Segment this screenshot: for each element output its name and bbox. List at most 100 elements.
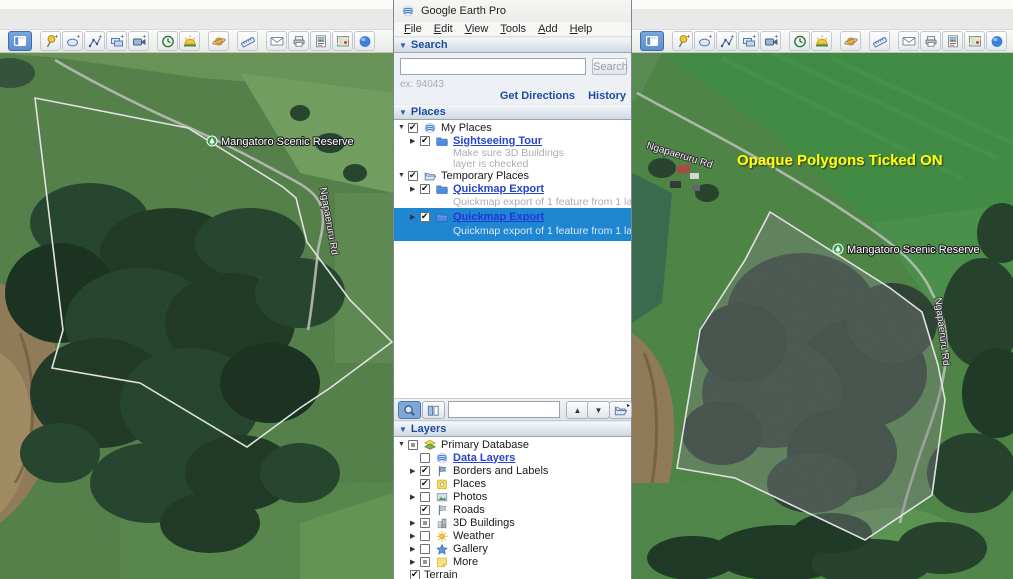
save-image-button[interactable]: [942, 31, 963, 51]
previous-result-button[interactable]: ▲: [566, 401, 589, 419]
layer-row-borders-labels[interactable]: ▶ Borders and Labels: [394, 464, 631, 477]
tree-label[interactable]: 3D Buildings: [453, 517, 515, 529]
save-to-places-button[interactable]: ▸: [609, 401, 632, 419]
menu-tools[interactable]: Tools: [494, 23, 532, 35]
places-view-mode-button[interactable]: [422, 401, 445, 419]
menu-view[interactable]: View: [459, 23, 495, 35]
checkbox[interactable]: [420, 557, 430, 567]
add-placemark-button[interactable]: [672, 31, 693, 51]
menu-file[interactable]: File: [398, 23, 428, 35]
checkbox[interactable]: [420, 466, 430, 476]
search-button[interactable]: Search: [592, 58, 627, 75]
expander-icon[interactable]: ▼: [398, 441, 408, 448]
tree-row-sightseeing-tour[interactable]: ▶ Sightseeing Tour: [394, 134, 631, 147]
expander-icon[interactable]: ▶: [410, 532, 420, 540]
get-directions-link[interactable]: Get Directions: [500, 90, 575, 102]
tree-row-quickmap-export-1[interactable]: ▶ Quickmap Export: [394, 182, 631, 195]
globe-button[interactable]: [986, 31, 1007, 51]
menu-add[interactable]: Add: [532, 23, 564, 35]
tree-label[interactable]: Roads: [453, 504, 485, 516]
checkbox[interactable]: [420, 453, 430, 463]
tree-label[interactable]: Photos: [453, 491, 487, 503]
checkbox[interactable]: [420, 544, 430, 554]
tree-row-quickmap-export-2-selected[interactable]: ▶ Quickmap Export: [394, 210, 631, 223]
add-path-button[interactable]: [716, 31, 737, 51]
checkbox[interactable]: [410, 570, 420, 579]
layer-row-roads[interactable]: Roads: [394, 503, 631, 516]
ruler-button[interactable]: [237, 31, 258, 51]
tree-label[interactable]: My Places: [441, 122, 492, 134]
expander-icon[interactable]: ▶: [410, 545, 420, 553]
menu-help[interactable]: Help: [564, 23, 599, 35]
expander-icon[interactable]: ▶: [410, 137, 420, 145]
tree-label[interactable]: Primary Database: [441, 439, 529, 451]
expander-icon[interactable]: ▶: [410, 185, 420, 193]
add-polygon-button[interactable]: [62, 31, 83, 51]
expander-icon[interactable]: ▶: [410, 493, 420, 501]
sunlight-button[interactable]: [179, 31, 200, 51]
tree-link[interactable]: Quickmap Export: [453, 183, 544, 195]
tree-link[interactable]: Quickmap Export: [453, 211, 544, 223]
planets-button[interactable]: [208, 31, 229, 51]
layer-row-data-layers[interactable]: Data Layers: [394, 451, 631, 464]
checkbox[interactable]: [408, 171, 418, 181]
expander-icon[interactable]: ▶: [410, 467, 420, 475]
layer-row-more[interactable]: ▶ More: [394, 555, 631, 568]
checkbox[interactable]: [420, 531, 430, 541]
globe-button[interactable]: [354, 31, 375, 51]
expander-icon[interactable]: ▼: [398, 124, 408, 131]
save-image-button[interactable]: [310, 31, 331, 51]
places-filter-input[interactable]: [448, 401, 560, 418]
expander-icon[interactable]: ▶: [410, 519, 420, 527]
add-image-overlay-button[interactable]: [738, 31, 759, 51]
checkbox[interactable]: [420, 505, 430, 515]
map-viewport-right[interactable]: Ngapaeruru Rd Opaque Polygons Ticked ON …: [632, 53, 1013, 579]
email-button[interactable]: [898, 31, 919, 51]
tree-label[interactable]: Terrain: [424, 569, 458, 579]
email-button[interactable]: [266, 31, 287, 51]
layer-row-weather[interactable]: ▶ Weather: [394, 529, 631, 542]
tree-label[interactable]: Gallery: [453, 543, 488, 555]
print-button[interactable]: [920, 31, 941, 51]
places-search-mode-button[interactable]: [398, 401, 421, 419]
tree-label[interactable]: More: [453, 556, 478, 568]
view-in-google-maps-button[interactable]: [332, 31, 353, 51]
checkbox[interactable]: [420, 184, 430, 194]
planets-button[interactable]: [840, 31, 861, 51]
checkbox[interactable]: [420, 136, 430, 146]
checkbox[interactable]: [408, 440, 418, 450]
layer-row-photos[interactable]: ▶ Photos: [394, 490, 631, 503]
add-path-button[interactable]: [84, 31, 105, 51]
layers-panel-header[interactable]: ▼ Layers: [394, 421, 631, 437]
places-panel-header[interactable]: ▼ Places: [394, 104, 631, 120]
ruler-button[interactable]: [869, 31, 890, 51]
checkbox[interactable]: [420, 492, 430, 502]
tree-label[interactable]: Temporary Places: [441, 170, 529, 182]
tree-label[interactable]: Weather: [453, 530, 494, 542]
sunlight-button[interactable]: [811, 31, 832, 51]
tree-link[interactable]: Data Layers: [453, 452, 515, 464]
search-panel-header[interactable]: ▼ Search: [394, 37, 631, 53]
tree-label[interactable]: Borders and Labels: [453, 465, 548, 477]
sidebar-toggle-button[interactable]: [8, 31, 32, 51]
layer-row-places[interactable]: Places: [394, 477, 631, 490]
add-image-overlay-button[interactable]: [106, 31, 127, 51]
add-placemark-button[interactable]: [40, 31, 61, 51]
checkbox[interactable]: [420, 212, 430, 222]
layer-row-gallery[interactable]: ▶ Gallery: [394, 542, 631, 555]
view-in-google-maps-button[interactable]: [964, 31, 985, 51]
expander-icon[interactable]: ▶: [410, 213, 420, 221]
tree-label[interactable]: Places: [453, 478, 486, 490]
expander-icon[interactable]: ▼: [398, 172, 408, 179]
layer-row-3d-buildings[interactable]: ▶ 3D Buildings: [394, 516, 631, 529]
next-result-button[interactable]: ▼: [587, 401, 610, 419]
tree-link[interactable]: Sightseeing Tour: [453, 135, 542, 147]
record-tour-button[interactable]: [760, 31, 781, 51]
history-link[interactable]: History: [588, 90, 626, 102]
reserve-placemark-left[interactable]: [207, 136, 217, 146]
print-button[interactable]: [288, 31, 309, 51]
sidebar-toggle-button[interactable]: [640, 31, 664, 51]
historical-imagery-button[interactable]: [157, 31, 178, 51]
layer-row-terrain[interactable]: Terrain: [394, 568, 631, 579]
layer-row-primary-database[interactable]: ▼ Primary Database: [394, 438, 631, 451]
